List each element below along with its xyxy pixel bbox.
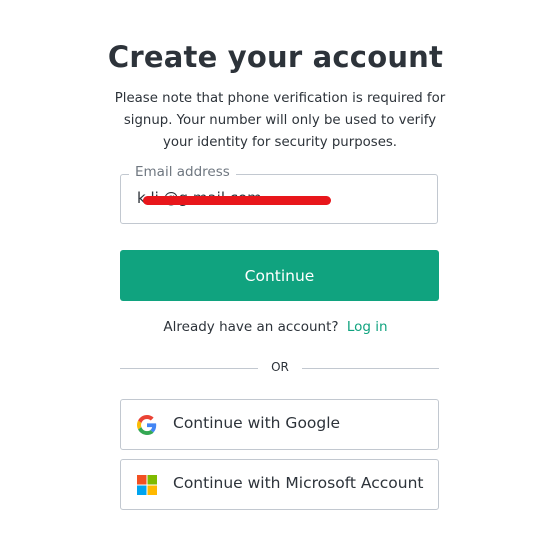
redaction-mark	[143, 196, 331, 205]
microsoft-button-label: Continue with Microsoft Account	[173, 474, 424, 492]
login-prompt: Already have an account? Log in	[0, 319, 551, 335]
google-button-label: Continue with Google	[173, 414, 341, 432]
google-icon	[137, 415, 157, 435]
login-link[interactable]: Log in	[347, 319, 388, 335]
signup-page: Create your account Please note that pho…	[0, 0, 551, 558]
continue-with-google-button[interactable]: Continue with Google	[120, 399, 439, 450]
divider-or-label: OR	[271, 360, 289, 374]
page-title: Create your account	[107, 40, 444, 74]
divider-line-right	[302, 368, 439, 369]
email-field-label: Email address	[129, 164, 236, 180]
page-subtitle: Please note that phone verification is r…	[114, 91, 446, 150]
email-field[interactable]: Email address k li @g mail.com	[120, 164, 438, 224]
continue-button[interactable]: Continue	[120, 250, 439, 301]
login-prompt-text: Already have an account?	[163, 319, 339, 335]
microsoft-icon	[137, 475, 157, 495]
divider-line-left	[120, 368, 258, 369]
continue-with-microsoft-button[interactable]: Continue with Microsoft Account	[120, 459, 439, 510]
